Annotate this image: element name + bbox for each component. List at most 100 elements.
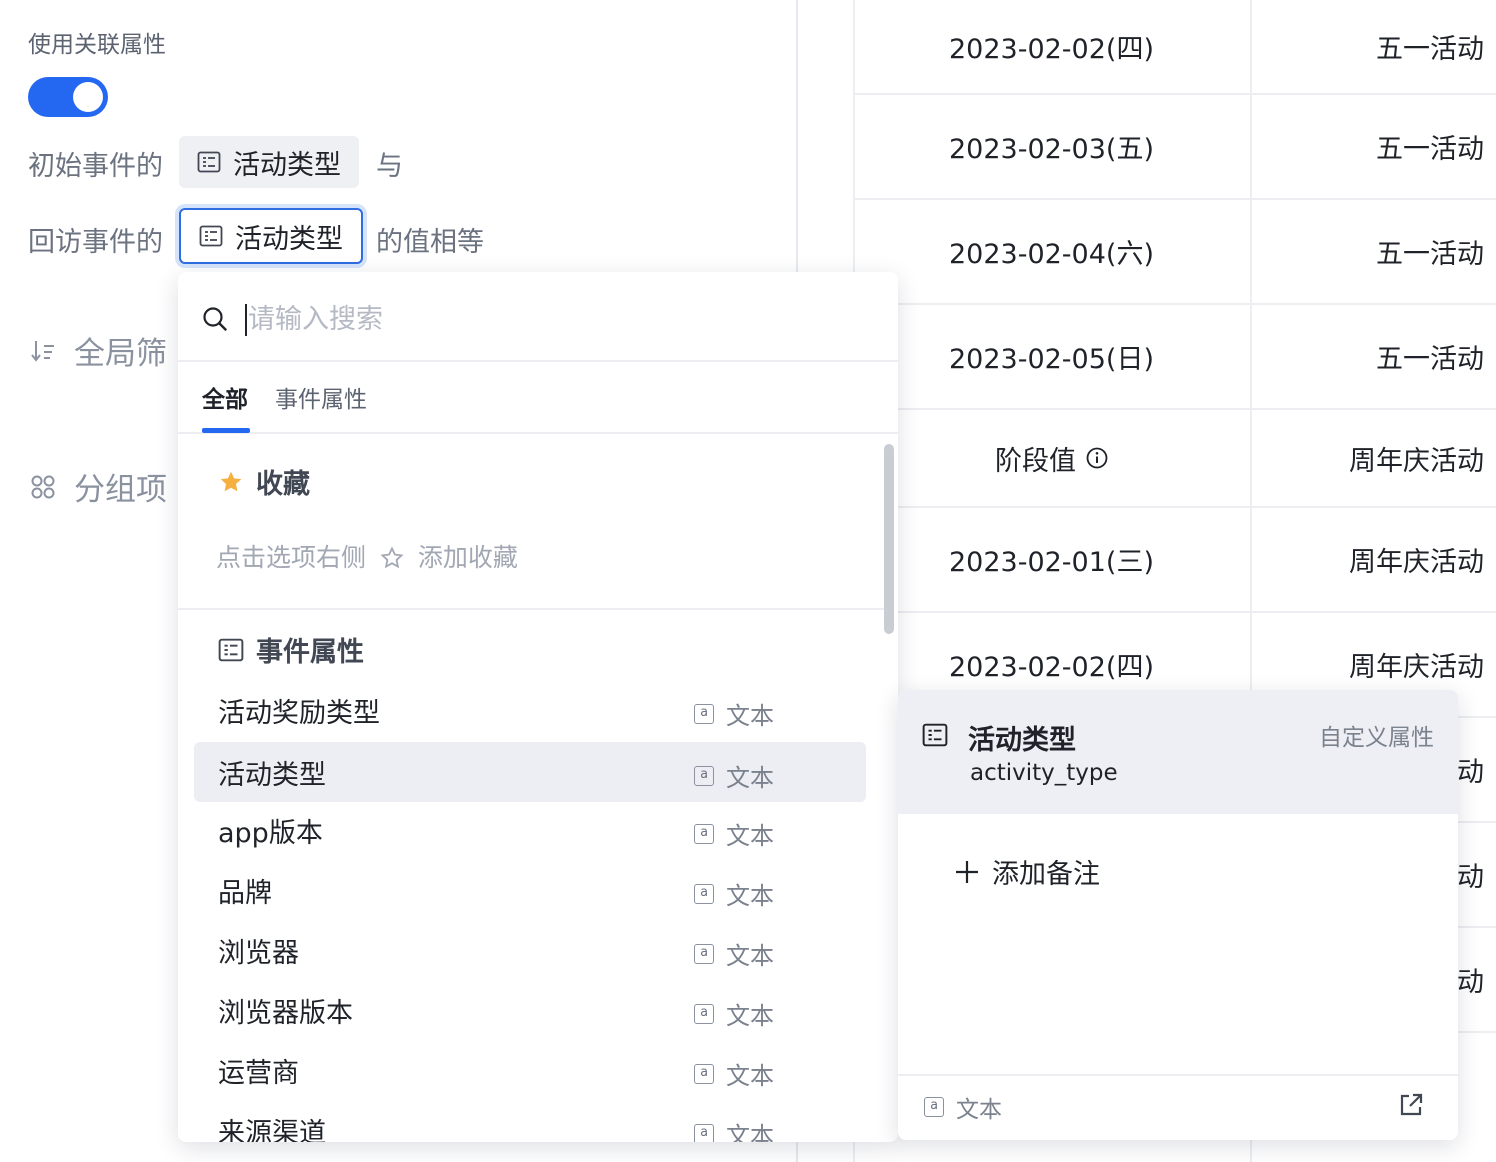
detail-property-name: 活动类型 (968, 725, 1076, 756)
global-filter-section[interactable]: 全局筛 (30, 328, 167, 373)
related-property-toggle[interactable] (28, 77, 108, 117)
detail-header: 活动类型 自定义属性 activity_type (898, 690, 1458, 814)
option-label: 品牌 (218, 877, 272, 909)
table-row: 2023-02-01(三) 周年庆活动 (853, 508, 1496, 613)
option-type: a 文本 (694, 758, 774, 793)
table-row: 2023-02-03(五) 五一活动 (853, 95, 1496, 200)
text-type-icon: a (694, 1123, 714, 1142)
date-cell: 2023-02-01(三) (949, 547, 1154, 578)
option-type: a 文本 (694, 876, 774, 911)
initial-event-property-chip[interactable]: 活动类型 (179, 136, 359, 188)
toggle-knob (73, 82, 103, 112)
tab-all[interactable]: 全部 (202, 380, 248, 414)
table-row: 阶段值 周年庆活动 (853, 410, 1496, 508)
option-type-label: 文本 (726, 1002, 774, 1030)
related-property-label: 使用关联属性 (28, 32, 166, 58)
stage-value-label: 阶段值 (995, 445, 1076, 477)
option-label: 活动奖励类型 (218, 697, 380, 729)
option-item[interactable]: app版本 a 文本 (194, 800, 866, 860)
star-filled-icon (220, 471, 242, 491)
star-outline-icon (380, 546, 404, 569)
and-label: 与 (376, 151, 403, 182)
custom-property-tag: 自定义属性 (1319, 725, 1434, 751)
detail-footer-divider (898, 1074, 1458, 1076)
activity-cell: 五一活动 (1376, 344, 1484, 375)
option-item[interactable]: 来源渠道 a 文本 (194, 1100, 866, 1142)
external-link-icon[interactable] (1398, 1092, 1424, 1118)
favorites-hint-right: 添加收藏 (417, 543, 518, 572)
group-by-label: 分组项 (74, 472, 167, 508)
property-detail-card: 活动类型 自定义属性 activity_type 添加备注 a 文本 (898, 690, 1458, 1140)
active-tab-indicator (202, 428, 250, 433)
search-bar (178, 272, 898, 362)
global-filter-label: 全局筛 (74, 336, 167, 372)
date-cell: 2023-02-04(六) (949, 239, 1154, 270)
add-note-button[interactable]: 添加备注 (954, 852, 1100, 891)
option-item[interactable]: 浏览器 a 文本 (194, 920, 866, 980)
tab-event-properties[interactable]: 事件属性 (275, 380, 367, 414)
return-event-property-chip[interactable]: 活动类型 (179, 208, 363, 264)
option-type-label: 文本 (726, 1122, 774, 1142)
return-chip-label: 活动类型 (235, 223, 343, 255)
dropdown-scrollbar[interactable] (884, 444, 894, 634)
equals-label: 的值相等 (376, 227, 484, 258)
option-label: 浏览器版本 (218, 997, 353, 1029)
add-note-label: 添加备注 (992, 859, 1100, 890)
favorites-hint: 点击选项右侧 添加收藏 (216, 538, 518, 574)
option-type: a 文本 (694, 1056, 774, 1091)
date-cell: 2023-02-02(四) (949, 34, 1154, 65)
sort-filter-icon (31, 340, 54, 362)
detail-property-key: activity_type (970, 760, 1118, 786)
option-item[interactable]: 运营商 a 文本 (194, 1040, 866, 1100)
detail-type: a 文本 (924, 1090, 1002, 1124)
info-icon[interactable] (1086, 447, 1108, 469)
section-divider (178, 608, 884, 610)
option-label: 来源渠道 (218, 1117, 326, 1143)
event-properties-group-header: 事件属性 (218, 630, 364, 669)
date-cell: 2023-02-03(五) (949, 134, 1154, 165)
option-type-label: 文本 (726, 942, 774, 970)
option-item[interactable]: 品牌 a 文本 (194, 860, 866, 920)
table-row: 2023-02-05(日) 五一活动 (853, 305, 1496, 410)
option-type-label: 文本 (726, 1062, 774, 1090)
group-dots-icon (31, 475, 55, 498)
option-type-label: 文本 (726, 822, 774, 850)
plus-icon (956, 860, 978, 883)
option-type: a 文本 (694, 1116, 774, 1142)
option-item[interactable]: 浏览器版本 a 文本 (194, 980, 866, 1040)
text-type-icon: a (694, 1003, 714, 1024)
option-item[interactable]: 活动奖励类型 a 文本 (194, 680, 866, 740)
date-cell: 2023-02-05(日) (949, 344, 1154, 375)
property-list-icon (218, 638, 244, 661)
option-label: 浏览器 (218, 937, 299, 969)
stage-value-cell: 阶段值 (853, 410, 1250, 506)
group-by-section[interactable]: 分组项 (30, 464, 167, 509)
search-input[interactable] (248, 296, 848, 342)
option-type: a 文本 (694, 816, 774, 851)
activity-cell: 五一活动 (1376, 134, 1484, 165)
initial-chip-label: 活动类型 (233, 149, 341, 181)
text-type-icon: a (694, 1063, 714, 1084)
property-list-icon (199, 225, 223, 247)
text-type-icon: a (924, 1097, 944, 1117)
group-title: 事件属性 (256, 637, 364, 668)
property-list-icon (922, 723, 948, 747)
property-list-icon (197, 151, 221, 173)
option-type-label: 文本 (726, 882, 774, 910)
dropdown-tabs: 全部 事件属性 (178, 364, 898, 434)
option-type-label: 文本 (726, 702, 774, 730)
option-label: 活动类型 (218, 759, 326, 791)
text-type-icon: a (694, 943, 714, 964)
table-row: 2023-02-04(六) 五一活动 (853, 200, 1496, 305)
table-row: 2023-02-02(四) 五一活动 (853, 0, 1496, 95)
favorites-title: 收藏 (256, 469, 310, 500)
option-label: app版本 (218, 817, 323, 849)
option-type: a 文本 (694, 696, 774, 731)
activity-cell: 五一活动 (1376, 34, 1484, 65)
option-item-selected[interactable]: 活动类型 a 文本 (194, 742, 866, 802)
text-type-icon: a (694, 823, 714, 844)
favorites-hint-left: 点击选项右侧 (216, 543, 367, 572)
favorites-header: 收藏 (218, 462, 310, 501)
return-event-label: 回访事件的 (28, 227, 163, 258)
option-type: a 文本 (694, 996, 774, 1031)
